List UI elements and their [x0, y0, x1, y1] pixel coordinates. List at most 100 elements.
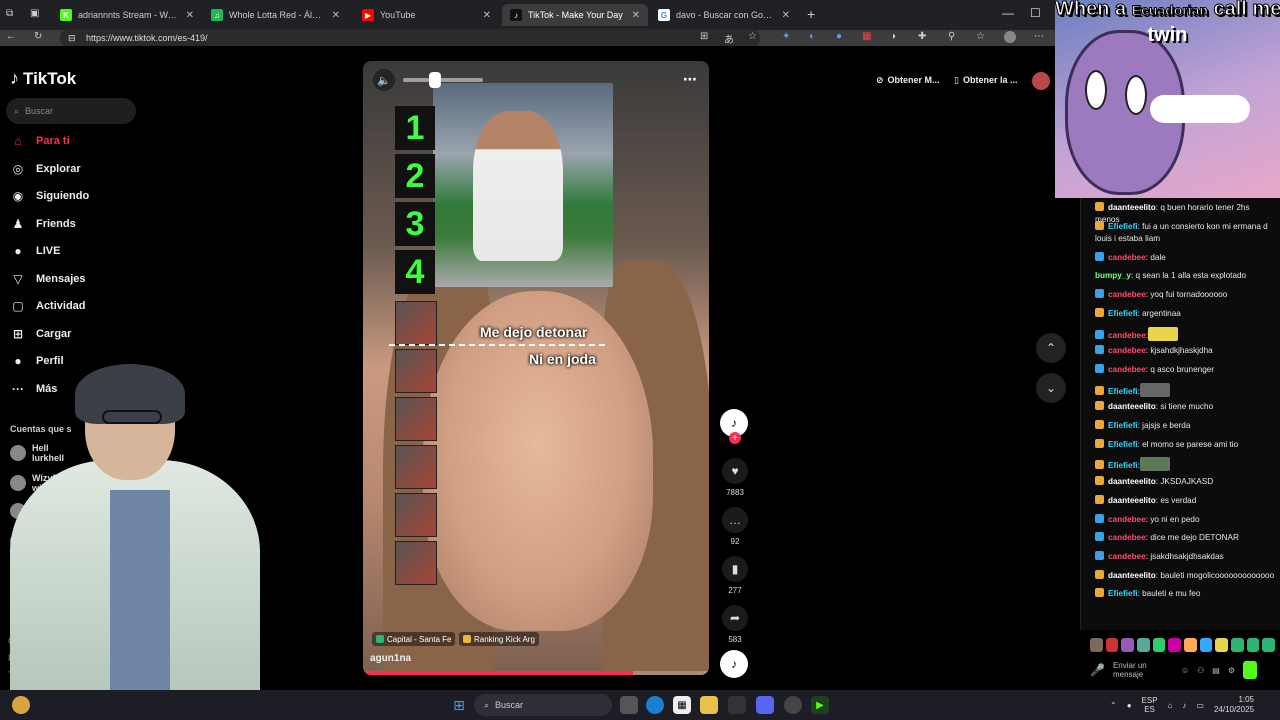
tiktok-logo[interactable]: ♪ TikTok	[10, 68, 76, 89]
sidebar-item-mensajes[interactable]: ▽ Mensajes	[10, 271, 85, 287]
video-more-icon[interactable]: ⋯	[683, 71, 697, 88]
minimize-icon[interactable]: —	[1002, 6, 1014, 20]
extension-icon[interactable]: ◑	[890, 31, 896, 42]
share-icon[interactable]: ➦	[722, 605, 748, 631]
emote-icon[interactable]	[1199, 638, 1213, 652]
chat-username[interactable]: candebee	[1108, 552, 1146, 561]
chat-username[interactable]: candebee	[1108, 253, 1146, 262]
battery-icon[interactable]: ▭	[1196, 701, 1204, 710]
chat-username[interactable]: bumpy_y	[1095, 271, 1131, 280]
obs-icon[interactable]	[784, 696, 802, 714]
next-video-button[interactable]: ⌄	[1036, 373, 1066, 403]
kick-icon[interactable]: ▶	[811, 696, 829, 714]
chat-username[interactable]: candebee	[1108, 533, 1146, 542]
emote-icon[interactable]	[1168, 638, 1182, 652]
browser-tab[interactable]: ▶ YouTube ✕	[354, 4, 499, 26]
send-button[interactable]	[1243, 661, 1258, 679]
start-icon[interactable]: ⊞	[450, 696, 468, 714]
comment-action[interactable]: … 92	[721, 507, 749, 546]
language-indicator[interactable]: ESP ES	[1142, 696, 1158, 714]
video-tag[interactable]: Ranking Kick Arg	[459, 632, 539, 646]
reload-icon[interactable]: ↻	[34, 31, 42, 42]
extension-icon[interactable]: ●	[836, 31, 842, 42]
volume-icon[interactable]: 🔈	[373, 69, 395, 91]
mic-icon[interactable]: 🎤	[1090, 663, 1105, 677]
tab-actions-icon[interactable]: ▣	[30, 8, 39, 19]
taskbar-search[interactable]: ⌕ Buscar	[474, 694, 612, 716]
video-player[interactable]: 1234 Me dejo detonar Ni en joda 🔈 ⋯ Capi…	[363, 61, 709, 675]
get-desktop-button[interactable]: ▯ Obtener la ...	[954, 69, 1017, 91]
edge-icon[interactable]	[646, 696, 664, 714]
emote-icon[interactable]	[1121, 638, 1135, 652]
tab-close-icon[interactable]: ✕	[632, 10, 640, 21]
tab-close-icon[interactable]: ✕	[782, 10, 790, 21]
emote-icon[interactable]	[1262, 638, 1276, 652]
chat-username[interactable]: daanteeelito	[1108, 496, 1156, 505]
volume-slider[interactable]	[403, 72, 483, 88]
chat-username[interactable]: Efiefiefi	[1108, 440, 1138, 449]
emote-icon[interactable]	[1231, 638, 1244, 652]
music-disc-icon[interactable]: ♪	[720, 650, 748, 678]
browser-tab[interactable]: ♫ Whole Lotta Red - Álbum de Play ✕	[203, 4, 348, 26]
extension-icon[interactable]: ✦	[782, 31, 790, 42]
settings-icon[interactable]: ⚙	[1228, 666, 1235, 675]
app-icon[interactable]	[728, 696, 746, 714]
get-app-button[interactable]: ⊘ Obtener M...	[876, 69, 940, 91]
shop-icon[interactable]: ▤	[1212, 666, 1220, 675]
translate-icon[interactable]: あ	[724, 31, 734, 46]
chat-username[interactable]: daanteeelito	[1108, 203, 1156, 212]
emote-icon[interactable]	[1090, 638, 1103, 652]
sidebar-item-friends[interactable]: ♟ Friends	[10, 216, 76, 232]
comment-icon[interactable]: …	[722, 507, 748, 533]
heart-icon[interactable]: ♥	[722, 458, 748, 484]
volume-slider-knob[interactable]	[429, 72, 442, 88]
emoji-icon[interactable]: ☺	[1181, 666, 1189, 675]
sidebar-item-live[interactable]: ● LIVE	[10, 243, 60, 259]
emote-icon[interactable]	[1246, 638, 1260, 652]
chat-username[interactable]: daanteeelito	[1108, 571, 1156, 580]
user-avatar[interactable]	[1032, 72, 1050, 90]
back-icon[interactable]: ←	[6, 31, 16, 42]
tab-close-icon[interactable]: ✕	[332, 10, 340, 21]
chat-username[interactable]: daanteeelito	[1108, 477, 1156, 486]
sidebar-item-para-ti[interactable]: ⌂ Para ti	[10, 133, 69, 149]
maximize-icon[interactable]: ☐	[1030, 6, 1041, 20]
site-info-icon[interactable]: ⊟	[68, 29, 76, 47]
browser-tab[interactable]: Gdavo - Buscar con Google ✕	[650, 4, 798, 26]
sidebar-item-siguiendo[interactable]: ◉ Siguiendo	[10, 188, 89, 204]
chat-username[interactable]: candebee	[1108, 515, 1146, 524]
favorites-icon[interactable]: ☆	[976, 31, 985, 42]
volume-control[interactable]: 🔈	[373, 69, 483, 91]
network-icon[interactable]: ⌂	[1168, 701, 1173, 710]
sidebar-item-actividad[interactable]: ▢ Actividad	[10, 298, 85, 314]
video-author[interactable]: agun1na	[370, 653, 411, 664]
prev-video-button[interactable]: ⌃	[1036, 333, 1066, 363]
chat-username[interactable]: candebee	[1108, 331, 1146, 340]
chat-username[interactable]: Efiefiefi	[1108, 589, 1138, 598]
emote-icon[interactable]	[1152, 638, 1166, 652]
new-tab-icon[interactable]: +	[807, 6, 815, 22]
follow-plus-icon[interactable]: +	[729, 432, 741, 444]
task-view-icon[interactable]	[620, 696, 638, 714]
chevron-up-icon[interactable]: ⌃	[1110, 701, 1117, 710]
chat-username[interactable]: Efiefiefi	[1108, 421, 1138, 430]
bookmark-action[interactable]: ▮ 277	[721, 556, 749, 595]
browser-menu-icon[interactable]: ⧉	[6, 8, 13, 19]
chat-username[interactable]: Efiefiefi	[1108, 222, 1138, 231]
chat-username[interactable]: Efiefiefi	[1108, 387, 1138, 396]
bookmark-icon[interactable]: ▮	[722, 556, 748, 582]
extension-icon[interactable]: ◖	[808, 31, 814, 42]
share-action[interactable]: ➦ 583	[721, 605, 749, 644]
tab-close-icon[interactable]: ✕	[483, 10, 491, 21]
sidebar-item-cargar[interactable]: ⊞ Cargar	[10, 326, 72, 342]
emote-icon[interactable]	[1105, 638, 1119, 652]
mic-icon[interactable]: ●	[1127, 701, 1132, 710]
folder-icon[interactable]	[700, 696, 718, 714]
tab-close-icon[interactable]: ✕	[186, 10, 194, 21]
browser-more-icon[interactable]: ⋯	[1034, 31, 1044, 42]
users-icon[interactable]: ⚇	[1197, 666, 1204, 675]
reader-icon[interactable]: ⊞	[700, 31, 708, 42]
heart-action[interactable]: ♥ 7883	[721, 458, 749, 497]
chat-username[interactable]: Efiefiefi	[1108, 309, 1138, 318]
extension-icon[interactable]: ✚	[918, 31, 926, 42]
